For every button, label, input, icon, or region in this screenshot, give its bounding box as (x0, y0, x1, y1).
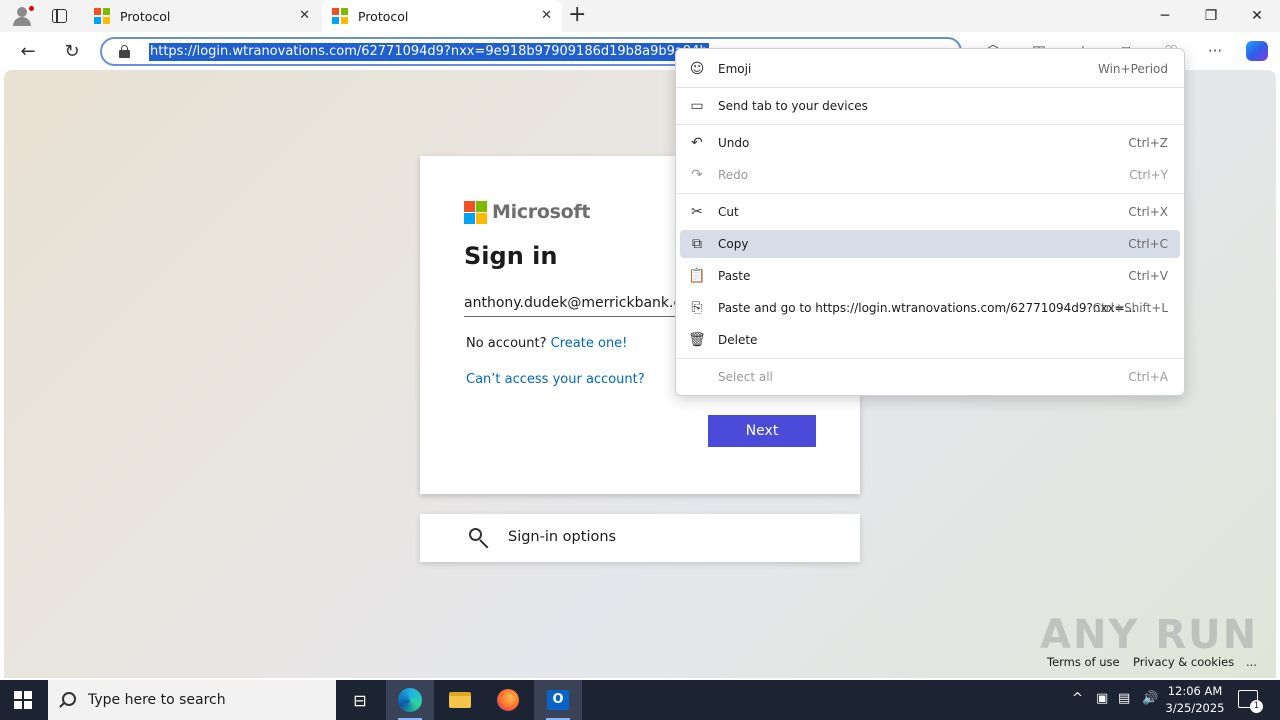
microsoft-logo-icon (464, 201, 487, 224)
create-account-link[interactable]: Create one! (551, 336, 628, 351)
microsoft-favicon-icon (332, 8, 348, 24)
menu-item-label: Delete (718, 333, 758, 347)
brand-name: Microsoft (492, 201, 591, 223)
tab-bar: Protocol ✕ Protocol ✕ + ─ ❐ ✕ (0, 0, 1280, 32)
profile-icon[interactable] (12, 6, 34, 26)
terms-link[interactable]: Terms of use (1047, 655, 1120, 669)
menu-item-redo: ↷ Redo Ctrl+Y (680, 161, 1180, 189)
menu-divider (676, 358, 1184, 359)
menu-item-shortcut: Win+Period (1097, 62, 1168, 76)
tab-actions-icon[interactable] (52, 9, 67, 23)
task-view-icon[interactable]: ⊟ (336, 680, 384, 720)
privacy-link[interactable]: Privacy & cookies (1133, 655, 1234, 669)
back-button[interactable]: ← (15, 38, 41, 64)
more-menu-icon[interactable]: ··· (1206, 42, 1224, 60)
menu-item-shortcut: Ctrl+C (1128, 237, 1168, 251)
network-icon[interactable]: ▤ (1118, 691, 1130, 706)
clock-date: 3/25/2025 (1165, 701, 1225, 715)
lock-icon[interactable] (119, 45, 130, 58)
tab-title: Protocol (358, 8, 409, 24)
smiley-icon: ☺ (689, 61, 705, 77)
taskbar: Type here to search ⊟ O ^ ▣ ▤ 🔊 12:06 AM… (0, 680, 1280, 720)
next-button[interactable]: Next (708, 415, 816, 447)
close-tab-icon[interactable]: ✕ (299, 9, 310, 23)
notification-badge: 1 (1250, 700, 1263, 713)
cant-access-link[interactable]: Can’t access your account? (466, 372, 645, 387)
new-tab-button[interactable]: + (568, 4, 586, 26)
menu-item-shortcut: Ctrl+V (1128, 269, 1168, 283)
signin-options-label: Sign-in options (508, 529, 617, 545)
signin-options-button[interactable]: Sign-in options (420, 514, 860, 562)
tab-protocol-1[interactable]: Protocol ✕ (84, 0, 320, 32)
paste-go-icon: ⎘ (691, 300, 703, 316)
redo-icon: ↷ (691, 167, 703, 183)
anyrun-watermark: ANY RUN (1040, 612, 1259, 658)
menu-item-label: Undo (718, 136, 750, 150)
system-clock[interactable]: 12:06 AM 3/25/2025 (1160, 683, 1230, 717)
menu-item-shortcut: Ctrl+Z (1128, 136, 1168, 150)
menu-item-shortcut: Ctrl+Y (1129, 168, 1168, 182)
taskbar-search[interactable]: Type here to search (48, 680, 336, 720)
menu-item-label: Emoji (718, 62, 752, 76)
menu-item-shortcut: Ctrl+A (1128, 370, 1168, 384)
tray-chevron-icon[interactable]: ^ (1072, 691, 1083, 706)
menu-item-paste-and-go[interactable]: ⎘ Paste and go to https://login.wtranova… (680, 294, 1180, 322)
menu-divider (676, 193, 1184, 194)
menu-item-label: Send tab to your devices (718, 99, 868, 113)
copy-icon: ⧉ (692, 236, 702, 252)
trash-icon: 🗑 (688, 332, 706, 348)
copilot-icon[interactable] (1246, 41, 1268, 61)
menu-divider (676, 87, 1184, 88)
scissors-icon: ✂ (691, 204, 703, 220)
key-icon (468, 527, 492, 551)
clock-time: 12:06 AM (1167, 684, 1223, 698)
menu-divider (676, 124, 1184, 125)
menu-item-label: Redo (718, 168, 749, 182)
volume-icon[interactable]: 🔊 (1142, 691, 1158, 706)
devices-icon: ▭ (690, 98, 704, 114)
url-text[interactable]: https://login.wtranovations.com/62771094… (149, 43, 709, 61)
menu-item-label: Cut (718, 205, 739, 219)
menu-item-undo[interactable]: ↶ Undo Ctrl+Z (680, 129, 1180, 157)
menu-item-label: Paste and go to https://login.wtranovati… (718, 301, 1137, 315)
menu-item-send-tab[interactable]: ▭ Send tab to your devices (680, 92, 1180, 120)
microsoft-favicon-icon (94, 8, 110, 24)
menu-item-label: Paste (718, 269, 751, 283)
menu-item-shortcut: Ctrl+X (1128, 205, 1168, 219)
no-account-text: No account? (466, 336, 547, 351)
firefox-icon[interactable] (484, 680, 532, 720)
no-account-row: No account? Create one! (466, 336, 627, 351)
menu-item-label: Copy (718, 237, 749, 251)
paste-icon: 📋 (688, 268, 706, 284)
outlook-icon[interactable]: O (534, 680, 582, 720)
search-icon (62, 692, 76, 706)
footer-more-button[interactable]: ... (1246, 655, 1257, 669)
menu-item-paste[interactable]: 📋 Paste Ctrl+V (680, 262, 1180, 290)
tab-title: Protocol (120, 8, 171, 24)
menu-item-emoji[interactable]: ☺ Emoji Win+Period (680, 55, 1180, 83)
minimize-button[interactable]: ─ (1142, 0, 1188, 32)
notification-icon[interactable]: 1 (1238, 690, 1263, 713)
menu-item-label: Select all (718, 370, 773, 384)
restore-button[interactable]: ❐ (1188, 0, 1234, 32)
undo-icon: ↶ (691, 135, 703, 151)
file-explorer-icon[interactable] (436, 680, 484, 720)
refresh-button[interactable]: ↻ (59, 38, 85, 64)
tab-protocol-2[interactable]: Protocol ✕ (322, 0, 562, 32)
page-title: Sign in (464, 242, 558, 270)
close-tab-icon[interactable]: ✕ (541, 9, 552, 23)
menu-item-shortcut: Ctrl+Shift+L (1092, 301, 1168, 315)
search-placeholder: Type here to search (88, 692, 226, 708)
close-window-button[interactable]: ✕ (1234, 0, 1280, 32)
menu-item-cut[interactable]: ✂ Cut Ctrl+X (680, 198, 1180, 226)
device-icon[interactable]: ▣ (1096, 691, 1108, 706)
menu-item-select-all: Select all Ctrl+A (680, 363, 1180, 391)
edge-app-icon[interactable] (386, 680, 434, 720)
menu-item-copy[interactable]: ⧉ Copy Ctrl+C (680, 230, 1180, 258)
context-menu: ☺ Emoji Win+Period ▭ Send tab to your de… (675, 48, 1185, 396)
windows-start-icon[interactable] (14, 691, 32, 709)
menu-item-delete[interactable]: 🗑 Delete (680, 326, 1180, 354)
